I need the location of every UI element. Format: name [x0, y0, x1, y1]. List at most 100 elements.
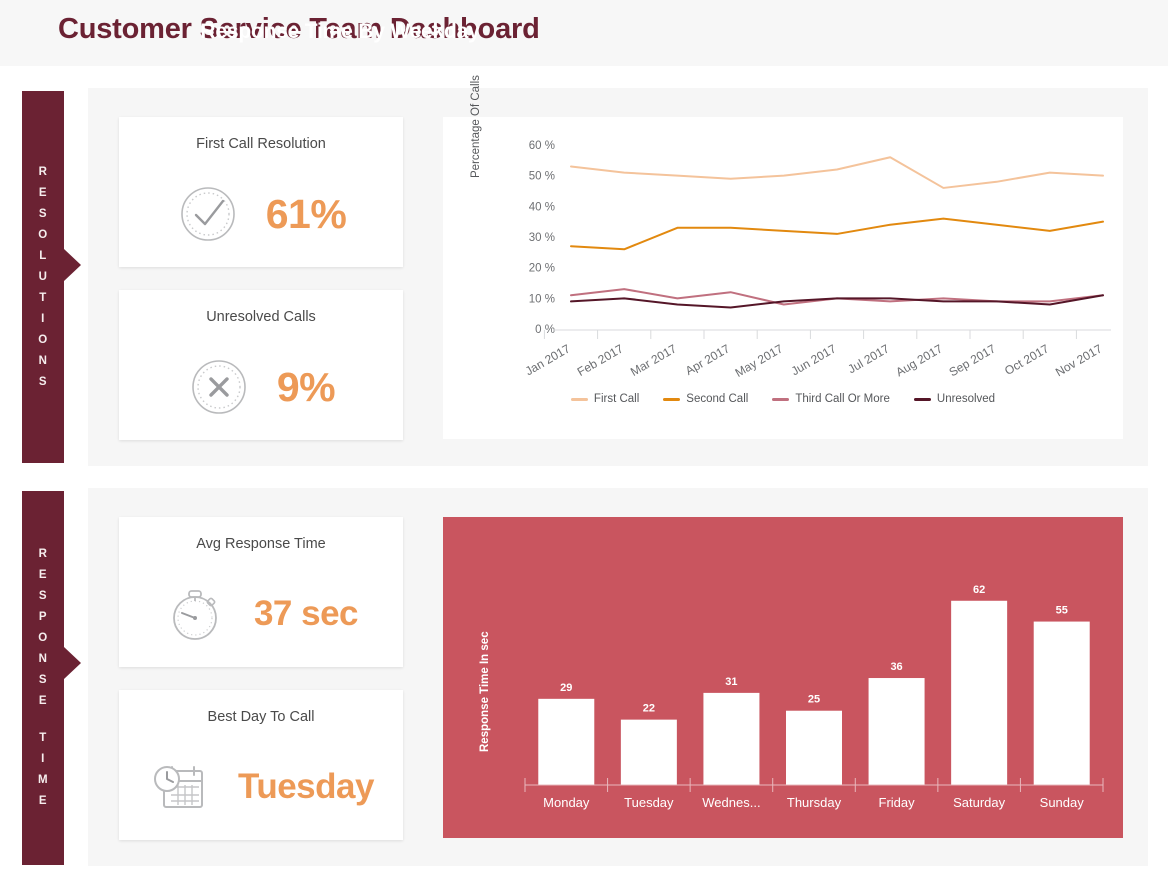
legend-item[interactable]: Unresolved — [913, 393, 996, 405]
line-chart-x-tick-label: Jun 2017 — [789, 341, 839, 378]
bar-category-label: Monday — [543, 795, 590, 810]
bar-category-label: Tuesday — [624, 795, 674, 810]
bar-category-label: Saturday — [953, 795, 1006, 810]
line-chart-x-tick-label: Sep 2017 — [947, 341, 999, 379]
line-chart-x-tick-label: Feb 2017 — [575, 341, 626, 379]
ribbon-word: RESPONSE — [38, 544, 47, 712]
ribbon-letter: N — [38, 653, 48, 665]
line-series-first-call — [570, 156, 1104, 189]
ribbon-letter: E — [38, 186, 48, 199]
ribbon-letter: S — [38, 207, 48, 220]
ribbon-letter: I — [41, 753, 45, 765]
legend-swatch — [913, 397, 931, 401]
line-series-second-call — [570, 217, 1104, 251]
legend-item[interactable]: First Call — [570, 393, 640, 405]
line-chart-y-tick: 60 % — [529, 140, 555, 152]
ribbon-word: TIME — [38, 728, 48, 812]
line-chart-legend: First Call Second Call Third Call Or More U… — [443, 393, 1123, 405]
kpi-value: 37 sec — [253, 594, 359, 633]
ribbon-letter: R — [38, 165, 48, 178]
legend-label: First Call — [593, 393, 640, 405]
ribbon-label-response-time: RESPONSETIME — [38, 544, 48, 812]
line-chart-x-tick-label: May 2017 — [733, 341, 786, 380]
bar-category-label: Wednes... — [702, 795, 760, 810]
bar[interactable] — [703, 692, 760, 785]
kpi-card-avg-response-time[interactable]: Avg Response Time 37 sec — [119, 517, 403, 667]
kpi-body: 37 sec — [119, 569, 403, 659]
bar[interactable] — [868, 678, 925, 785]
line-chart-x-tick-label: Mar 2017 — [628, 341, 679, 379]
kpi-title: Avg Response Time — [196, 536, 326, 552]
line-chart-x-tick-label: Jul 2017 — [845, 341, 892, 376]
ribbon-letter: R — [38, 548, 48, 560]
bar-value-label: 55 — [1056, 605, 1068, 617]
ribbon-word: RESOLUTIONS — [38, 162, 47, 393]
kpi-value: Tuesday — [238, 767, 374, 806]
ribbon-letter: E — [38, 695, 48, 707]
sidebar-item-resolutions[interactable]: RESOLUTIONS — [22, 91, 64, 463]
check-circle-icon — [180, 187, 235, 241]
legend-label: Second Call — [686, 393, 749, 405]
bar-category-label: Friday — [879, 795, 916, 810]
bar[interactable] — [620, 719, 677, 785]
calendar-clock-icon — [154, 766, 204, 808]
line-chart-x-tick-label: Jan 2017 — [523, 341, 573, 378]
line-chart-y-tick: 30 % — [529, 232, 555, 244]
line-chart-x-tick-label: Oct 2017 — [1002, 341, 1051, 378]
kpi-value: 9% — [276, 363, 336, 410]
kpi-body: Tuesday — [119, 742, 403, 832]
legend-label: Third Call Or More — [795, 393, 890, 405]
bar-value-label: 36 — [890, 661, 902, 673]
ribbon-letter: S — [38, 590, 48, 602]
legend-item[interactable]: Third Call Or More — [772, 393, 890, 405]
line-chart-x-tick-label: Nov 2017 — [1053, 341, 1105, 379]
line-chart-y-tick: 50 % — [529, 171, 555, 183]
bar[interactable] — [951, 600, 1008, 785]
legend-swatch — [570, 397, 588, 401]
kpi-title: First Call Resolution — [196, 136, 326, 152]
x-circle-icon — [192, 360, 246, 414]
kpi-card-best-day-to-call[interactable]: Best Day To Call Tuesday — [119, 690, 403, 840]
ribbon-letter: M — [37, 774, 49, 786]
bar-value-label: 22 — [643, 703, 655, 715]
bar-category-label: Sunday — [1040, 795, 1085, 810]
chevron-right-icon-resolutions — [64, 249, 81, 281]
kpi-title: Unresolved Calls — [206, 309, 316, 325]
bar[interactable] — [538, 698, 595, 785]
kpi-card-unresolved-calls[interactable]: Unresolved Calls 9% — [119, 290, 403, 440]
ribbon-letter: E — [38, 569, 48, 581]
ribbon-letter: S — [38, 674, 48, 686]
stopwatch-icon — [173, 590, 217, 640]
dashboard-root: Customer Service Team Dashboard RESOLUTI… — [0, 0, 1168, 880]
bar-chart-title: Response Time By Weekday — [200, 20, 480, 43]
ribbon-letter: O — [38, 228, 48, 241]
ribbon-letter: I — [41, 312, 45, 325]
bar-chart[interactable]: 29 Monday 22 Tuesday 31 Wednes... 25 Thursday 36… — [443, 517, 1123, 838]
bar-value-label: 25 — [808, 694, 820, 706]
ribbon-letter: P — [38, 611, 48, 623]
ribbon-letter: S — [38, 375, 48, 388]
ribbon-letter: N — [38, 354, 48, 367]
kpi-card-first-call-resolution[interactable]: First Call Resolution 61% — [119, 117, 403, 267]
legend-swatch — [663, 397, 681, 401]
legend-swatch — [772, 397, 790, 401]
line-chart[interactable]: 0 % 10 % 20 % 30 % 40 % 50 % 60 % Jan 2017 Feb 2… — [443, 117, 1123, 439]
sidebar-item-response-time[interactable]: RESPONSETIME — [22, 491, 64, 865]
bar-category-label: Thursday — [787, 795, 842, 810]
bar[interactable] — [1033, 621, 1090, 785]
kpi-body: 9% — [119, 342, 403, 432]
ribbon-letter: T — [39, 291, 47, 304]
ribbon-letter: L — [39, 249, 47, 262]
legend-label: Unresolved — [936, 393, 996, 405]
ribbon-letter: E — [38, 795, 48, 807]
legend-item[interactable]: Second Call — [663, 393, 748, 405]
bar-value-label: 31 — [725, 676, 737, 688]
bar[interactable] — [786, 710, 842, 785]
kpi-title: Best Day To Call — [207, 709, 315, 725]
ribbon-letter: T — [39, 732, 47, 744]
kpi-value: 61% — [265, 190, 347, 237]
ribbon-letter: O — [38, 632, 48, 644]
line-chart-x-tick-label: Aug 2017 — [893, 341, 945, 379]
line-chart-y-tick: 10 % — [529, 293, 555, 305]
ribbon-label-resolutions: RESOLUTIONS — [38, 162, 47, 393]
